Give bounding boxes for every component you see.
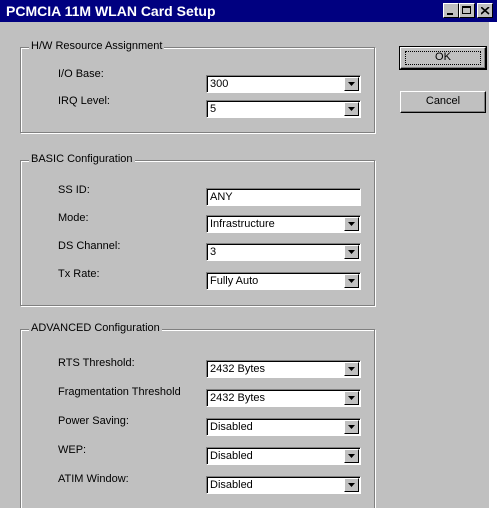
ssid-value: ANY	[210, 191, 233, 203]
group-title-basic: BASIC Configuration	[29, 153, 135, 165]
cancel-button-label: Cancel	[425, 95, 461, 107]
atim-window-label: ATIM Window:	[58, 473, 129, 485]
irq-level-label: IRQ Level:	[58, 95, 110, 107]
ds-channel-dropdown-button[interactable]	[344, 245, 359, 259]
rts-threshold-value: 2432 Bytes	[210, 363, 266, 375]
title-bar[interactable]: PCMCIA 11M WLAN Card Setup	[0, 0, 497, 22]
mode-label: Mode:	[58, 212, 89, 224]
rts-threshold-select[interactable]: 2432 Bytes	[206, 360, 361, 378]
chevron-down-icon	[348, 222, 355, 226]
group-title-hw: H/W Resource Assignment	[29, 40, 165, 52]
tx-rate-value: Fully Auto	[210, 275, 259, 287]
wep-select[interactable]: Disabled	[206, 447, 361, 465]
setup-dialog: PCMCIA 11M WLAN Card Setup OK Cancel H/W…	[0, 0, 497, 508]
chevron-down-icon	[348, 483, 355, 487]
hw-resource-group: H/W Resource Assignment I/O Base: 300 IR…	[20, 40, 375, 133]
maximize-button[interactable]	[459, 3, 475, 18]
fragmentation-threshold-label: Fragmentation Threshold	[58, 386, 181, 398]
wep-value: Disabled	[210, 450, 253, 462]
wep-dropdown-button[interactable]	[344, 449, 359, 463]
fragmentation-threshold-select[interactable]: 2432 Bytes	[206, 389, 361, 407]
rts-threshold-dropdown-button[interactable]	[344, 362, 359, 376]
chevron-down-icon	[348, 250, 355, 254]
minimize-button[interactable]	[443, 3, 459, 18]
power-saving-value: Disabled	[210, 421, 253, 433]
basic-config-group: BASIC Configuration SS ID: ANY Mode: Inf…	[20, 153, 375, 306]
maximize-icon	[462, 6, 471, 14]
mode-dropdown-button[interactable]	[344, 217, 359, 231]
rts-threshold-label: RTS Threshold:	[58, 357, 135, 369]
irq-level-select[interactable]: 5	[206, 100, 361, 118]
tx-rate-label: Tx Rate:	[58, 268, 100, 280]
chevron-down-icon	[348, 396, 355, 400]
power-saving-dropdown-button[interactable]	[344, 420, 359, 434]
chevron-down-icon	[348, 454, 355, 458]
cancel-button[interactable]: Cancel	[400, 91, 486, 113]
focus-indicator	[405, 51, 481, 65]
tx-rate-dropdown-button[interactable]	[344, 274, 359, 288]
ssid-label: SS ID:	[58, 184, 90, 196]
ssid-input[interactable]: ANY	[206, 188, 361, 206]
minimize-icon	[447, 13, 453, 15]
io-base-value: 300	[210, 78, 229, 90]
atim-window-dropdown-button[interactable]	[344, 478, 359, 492]
wep-label: WEP:	[58, 444, 87, 456]
chevron-down-icon	[348, 279, 355, 283]
chevron-down-icon	[348, 82, 355, 86]
atim-window-select[interactable]: Disabled	[206, 476, 361, 494]
irq-level-dropdown-button[interactable]	[344, 102, 359, 116]
mode-select[interactable]: Infrastructure	[206, 215, 361, 233]
window-title: PCMCIA 11M WLAN Card Setup	[6, 3, 216, 19]
power-saving-select[interactable]: Disabled	[206, 418, 361, 436]
chevron-down-icon	[348, 367, 355, 371]
power-saving-label: Power Saving:	[58, 415, 129, 427]
close-icon	[481, 7, 490, 15]
io-base-dropdown-button[interactable]	[344, 77, 359, 91]
atim-window-value: Disabled	[210, 479, 253, 491]
chevron-down-icon	[348, 107, 355, 111]
ok-button[interactable]: OK	[399, 46, 487, 70]
tx-rate-select[interactable]: Fully Auto	[206, 272, 361, 290]
io-base-label: I/O Base:	[58, 68, 104, 80]
advanced-config-group: ADVANCED Configuration RTS Threshold: 24…	[20, 322, 375, 508]
close-button[interactable]	[477, 3, 493, 18]
group-title-advanced: ADVANCED Configuration	[29, 322, 162, 334]
fragmentation-threshold-dropdown-button[interactable]	[344, 391, 359, 405]
io-base-select[interactable]: 300	[206, 75, 361, 93]
mode-value: Infrastructure	[210, 218, 275, 230]
ds-channel-select[interactable]: 3	[206, 243, 361, 261]
window-edge	[489, 22, 497, 508]
irq-level-value: 5	[210, 103, 217, 115]
ds-channel-value: 3	[210, 246, 217, 258]
ds-channel-label: DS Channel:	[58, 240, 121, 252]
fragmentation-threshold-value: 2432 Bytes	[210, 392, 266, 404]
chevron-down-icon	[348, 425, 355, 429]
